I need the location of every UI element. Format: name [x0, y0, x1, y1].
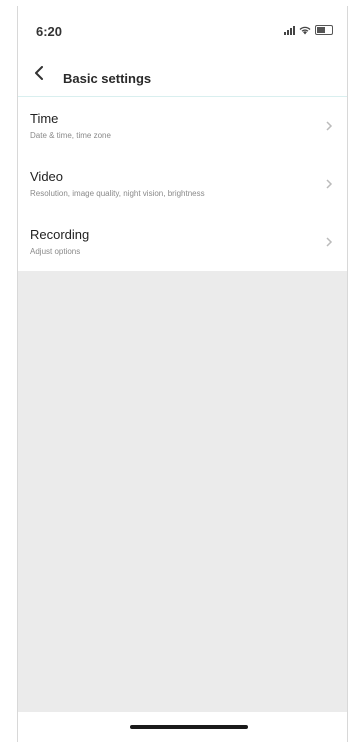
signal-icon: [284, 26, 295, 35]
status-bar: 6:20: [18, 6, 347, 52]
status-time: 6:20: [36, 24, 63, 39]
settings-list: Time Date & time, time zone Video Resolu…: [18, 97, 347, 271]
settings-item-recording[interactable]: Recording Adjust options: [18, 213, 347, 271]
wifi-icon: [299, 26, 311, 35]
settings-item-time[interactable]: Time Date & time, time zone: [18, 97, 347, 155]
item-sublabel: Adjust options: [30, 247, 81, 256]
home-indicator[interactable]: [130, 725, 248, 729]
settings-item-video[interactable]: Video Resolution, image quality, night v…: [18, 155, 347, 213]
nav-bar: Basic settings: [18, 52, 347, 97]
chevron-left-icon: [35, 66, 43, 80]
chevron-right-icon: [326, 121, 333, 131]
status-icons: [284, 25, 333, 35]
phone-screen: 6:20 Basic settings Time Date & time, ti…: [17, 6, 348, 742]
item-label: Recording: [30, 227, 90, 242]
item-sublabel: Date & time, time zone: [30, 131, 111, 140]
item-sublabel: Resolution, image quality, night vision,…: [30, 189, 205, 198]
item-label: Time: [30, 111, 59, 126]
chevron-right-icon: [326, 237, 333, 247]
item-label: Video: [30, 169, 64, 184]
page-title: Basic settings: [63, 71, 152, 86]
back-button[interactable]: [28, 62, 50, 84]
battery-icon: [315, 25, 333, 35]
chevron-right-icon: [326, 179, 333, 189]
home-area: [18, 712, 347, 742]
